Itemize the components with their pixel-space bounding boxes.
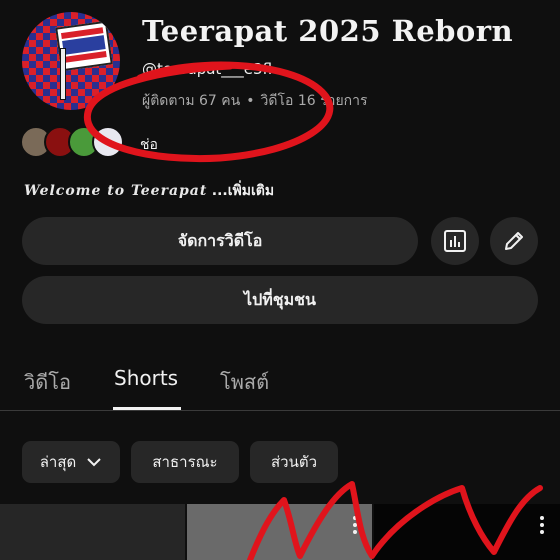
channel-tabs: วิดีโอ Shorts โพสต์	[0, 350, 560, 411]
channel-stats: ผู้ติดตาม 67 คน • วิดีโอ 16 รายการ	[142, 90, 368, 112]
sort-dropdown[interactable]: ล่าสุด	[22, 441, 120, 483]
tab-posts[interactable]: โพสต์	[220, 366, 269, 398]
subscriber-count: ผู้ติดตาม 67 คน	[142, 93, 241, 109]
analytics-button[interactable]	[431, 217, 479, 265]
short-thumbnail[interactable]	[374, 504, 560, 560]
description-more-link[interactable]: ...เพิ่มเติม	[212, 183, 274, 199]
pencil-icon	[505, 232, 523, 250]
chevron-down-icon	[87, 458, 101, 467]
flag-pole	[60, 48, 66, 100]
edit-button[interactable]	[490, 217, 538, 265]
filter-public-chip[interactable]: สาธารณะ	[131, 441, 239, 483]
stats-separator: •	[246, 93, 255, 109]
tab-videos[interactable]: วิดีโอ	[24, 366, 71, 398]
associated-channels-label: ช่อ	[140, 137, 158, 153]
short-thumbnail[interactable]	[187, 504, 372, 560]
channel-name: Teerapat 2025 Reborn	[142, 14, 514, 48]
filter-private-chip[interactable]: ส่วนตัว	[250, 441, 338, 483]
short-thumbnail[interactable]	[0, 504, 185, 560]
go-to-community-button[interactable]: ไปที่ชุมชน	[22, 276, 538, 324]
bar-chart-icon	[444, 230, 466, 252]
channel-handle: @teerapat___e3fl	[142, 60, 273, 78]
manage-videos-button[interactable]: จัดการวิดีโอ	[22, 217, 418, 265]
more-options-icon[interactable]	[353, 516, 357, 537]
tab-shorts[interactable]: Shorts	[114, 366, 178, 390]
video-count: วิดีโอ 16 รายการ	[260, 93, 368, 109]
associated-channel-avatar	[92, 126, 124, 158]
sort-label: ล่าสุด	[39, 453, 77, 471]
channel-avatar[interactable]	[22, 12, 120, 110]
more-options-icon[interactable]	[540, 516, 544, 537]
channel-description[interactable]: Welcome to Teerapat ...เพิ่มเติม	[24, 180, 274, 202]
description-text: Welcome to Teerapat	[24, 183, 208, 199]
active-tab-indicator	[113, 407, 181, 410]
